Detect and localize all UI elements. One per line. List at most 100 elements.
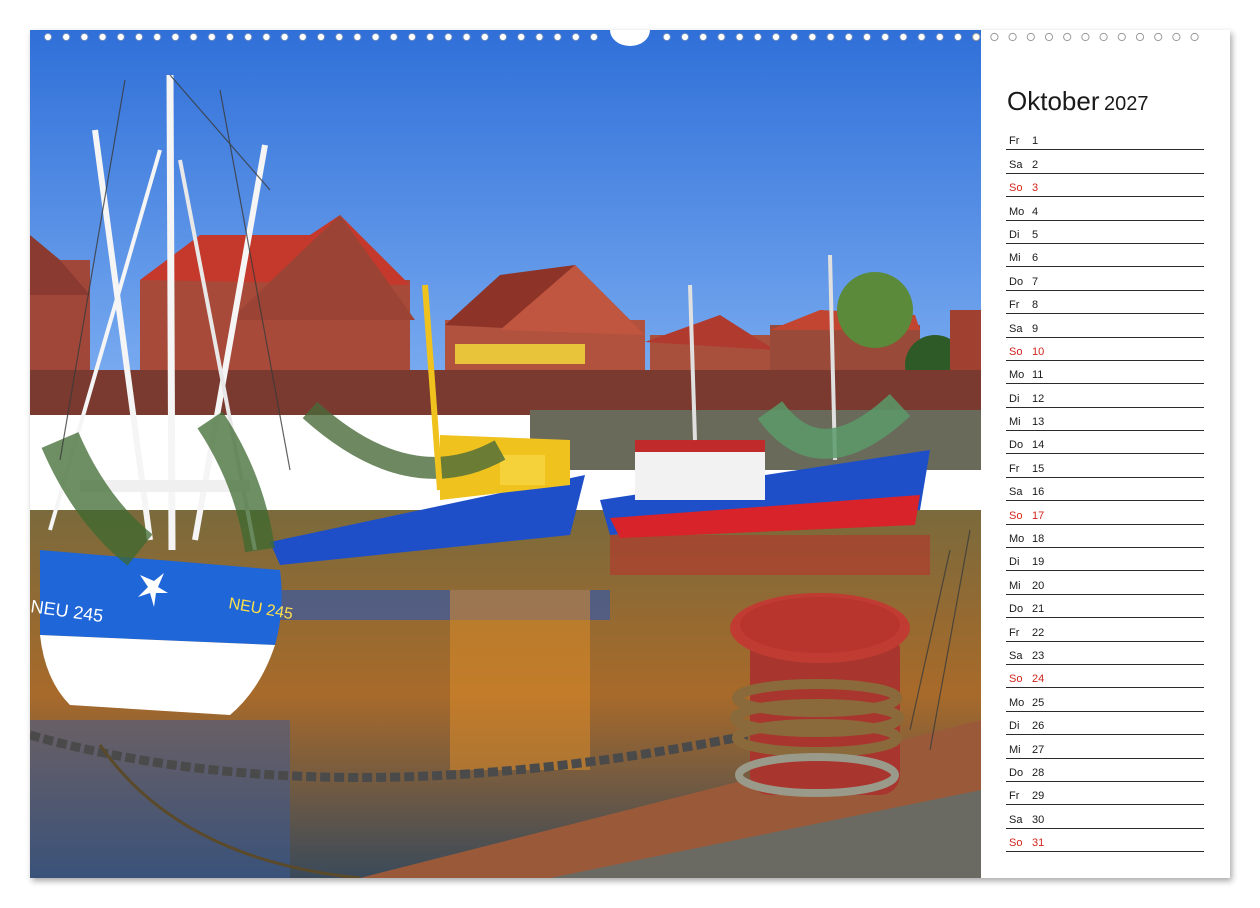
weekday-label: Mi: [1009, 416, 1021, 429]
binding-hole: [1099, 32, 1108, 42]
day-row: Do 28: [1006, 759, 1204, 782]
binding-hole: [899, 32, 908, 42]
binding-hole: [717, 32, 726, 42]
day-row: Sa 16: [1006, 478, 1204, 502]
binding-hole: [953, 32, 963, 42]
day-row: Sa 23: [1006, 642, 1204, 665]
day-row: Mi 13: [1006, 408, 1204, 432]
binding-hole: [535, 32, 544, 42]
binding-hole: [790, 32, 799, 42]
binding-hole: [935, 32, 944, 42]
day-row: Sa 2: [1006, 150, 1204, 174]
weekday-label: Mi: [1009, 579, 1021, 592]
binding-hole: [80, 32, 89, 42]
day-number: 24: [1032, 673, 1045, 686]
binding-hole: [116, 32, 125, 42]
binding-hole: [589, 32, 599, 42]
binding-hole: [972, 32, 981, 42]
day-row: So 10: [1006, 338, 1204, 361]
weekday-label: So: [1009, 837, 1023, 850]
binding-hole: [990, 32, 999, 42]
binding-hole: [771, 32, 781, 42]
day-row: Fr 1: [1006, 127, 1204, 151]
day-list: Fr 1 Sa 2 So 3 Mo 4 Di 5 Mi 6 Do 7 Fr 8 Sa 9 So 10 Mo 11 Di 12 M…: [1006, 127, 1204, 853]
month-name: Oktober: [1007, 86, 1100, 116]
calendar-page: NEU 245 NEU 245 Oktober 2027 Fr 1 Sa 2 S…: [30, 30, 1230, 878]
day-number: 9: [1032, 322, 1039, 335]
weekday-label: Fr: [1009, 626, 1020, 639]
calendar-panel: Oktober 2027 Fr 1 Sa 2 So 3 Mo 4 Di 5 Mi 6 Do 7 Fr 8 Sa 9…: [981, 30, 1230, 878]
binding-hole: [153, 32, 162, 42]
day-row: Mi 27: [1006, 735, 1204, 759]
day-number: 23: [1032, 649, 1045, 662]
day-number: 10: [1032, 345, 1045, 358]
binding-hole: [1063, 32, 1072, 42]
binding-hole: [662, 32, 671, 42]
day-number: 28: [1032, 766, 1045, 779]
day-row: So 3: [1006, 174, 1204, 198]
binding-hole: [1081, 32, 1090, 42]
day-number: 7: [1032, 275, 1039, 288]
day-number: 31: [1032, 837, 1045, 850]
binding-hole: [225, 32, 235, 42]
day-row: Mo 18: [1006, 525, 1204, 549]
binding-hole: [680, 32, 690, 42]
day-row: Sa 30: [1006, 805, 1204, 829]
weekday-label: Mo: [1009, 369, 1025, 382]
day-row: Do 21: [1006, 595, 1204, 619]
day-number: 16: [1032, 486, 1045, 499]
day-number: 5: [1032, 228, 1039, 241]
binding-hole: [426, 32, 435, 42]
binding-hole: [826, 32, 835, 42]
day-number: 26: [1032, 720, 1045, 733]
binding-hole: [298, 32, 307, 42]
day-number: 11: [1032, 369, 1044, 382]
weekday-label: Do: [1009, 766, 1024, 779]
binding-hole: [1135, 32, 1145, 42]
binding-hole: [389, 32, 398, 42]
day-number: 27: [1032, 743, 1045, 756]
binding-hole: [480, 32, 489, 42]
binding-hole: [1026, 32, 1035, 42]
binding-hole: [1117, 32, 1126, 42]
binding-hole: [844, 32, 853, 42]
weekday-label: Di: [1009, 228, 1020, 241]
weekday-label: Fr: [1009, 299, 1020, 312]
day-number: 22: [1032, 626, 1045, 639]
day-row: Fr 8: [1006, 291, 1204, 315]
binding-hole: [244, 32, 253, 42]
weekday-label: Fr: [1009, 135, 1020, 148]
weekday-label: Sa: [1009, 486, 1023, 499]
binding-hole: [699, 32, 708, 42]
binding-hole: [1190, 32, 1199, 42]
binding-hole: [1044, 32, 1054, 42]
binding-hole: [1008, 32, 1017, 42]
weekday-label: Do: [1009, 603, 1024, 616]
binding-hole: [62, 32, 71, 42]
binding-hole: [517, 32, 526, 42]
binding-hole: [571, 32, 580, 42]
day-row: Mo 11: [1006, 361, 1204, 385]
weekday-label: Do: [1009, 275, 1024, 288]
binding-hole: [407, 32, 417, 42]
binding-hole: [462, 32, 471, 42]
binding-hole: [881, 32, 890, 42]
day-row: So 31: [1006, 829, 1204, 853]
day-row: Mi 6: [1006, 244, 1204, 268]
day-number: 29: [1032, 790, 1045, 803]
day-row: Di 26: [1006, 712, 1204, 736]
weekday-label: Sa: [1009, 158, 1023, 171]
day-number: 15: [1032, 462, 1045, 475]
weekday-label: So: [1009, 673, 1023, 686]
binding-hole: [189, 32, 198, 42]
day-row: Fr 15: [1006, 454, 1204, 478]
binding-hole: [498, 32, 508, 42]
binding-hole: [280, 32, 289, 42]
weekday-label: Sa: [1009, 813, 1023, 826]
binding-hole: [207, 32, 216, 42]
day-row: Fr 22: [1006, 618, 1204, 642]
weekday-label: Mi: [1009, 743, 1021, 756]
spiral-binding: [43, 30, 1199, 46]
day-row: Sa 9: [1006, 314, 1204, 338]
month-title: Oktober 2027: [1007, 86, 1148, 117]
